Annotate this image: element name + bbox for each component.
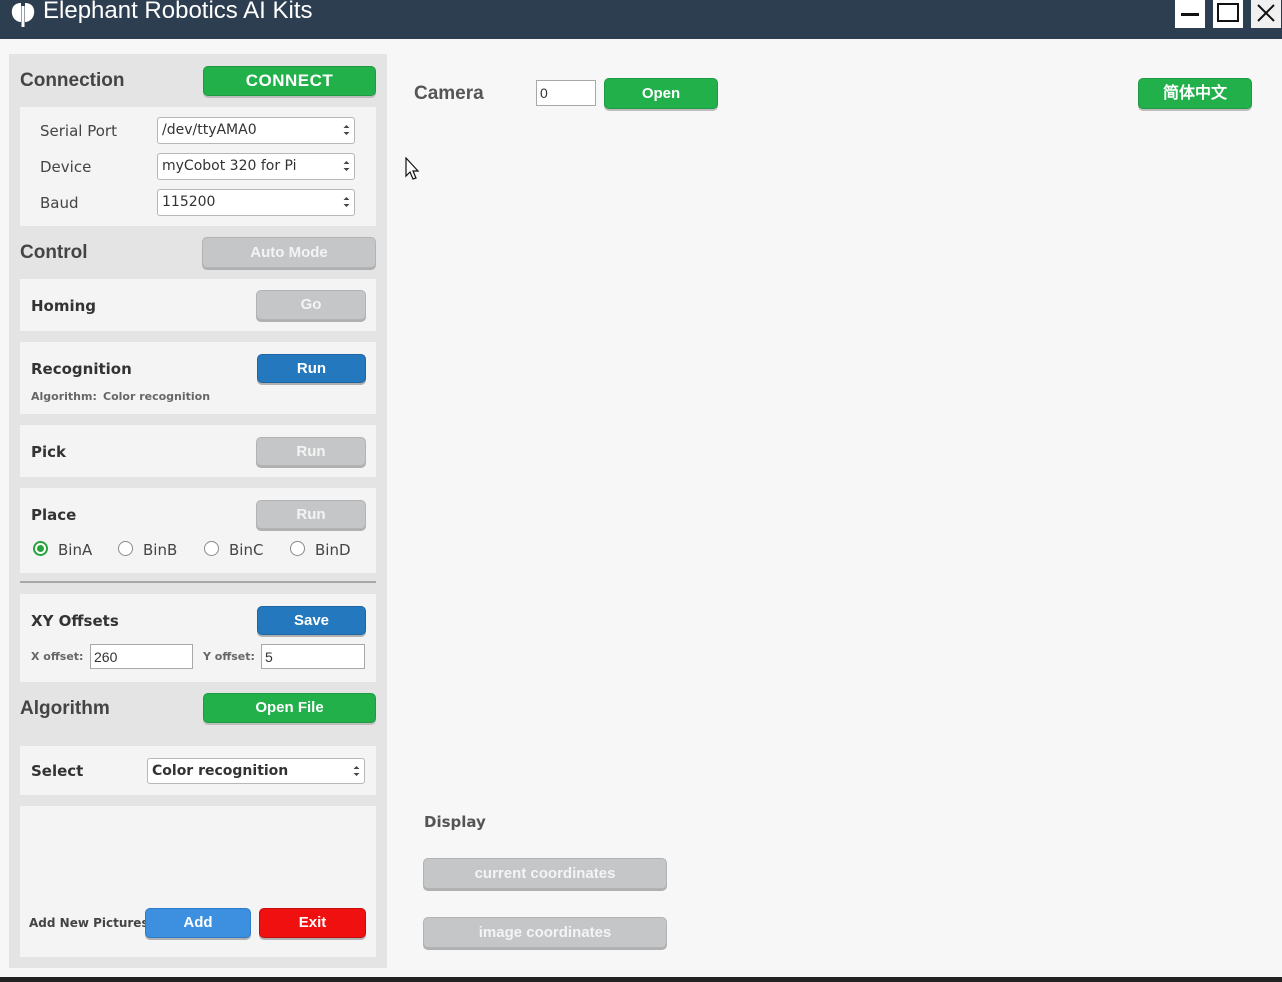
- mouse-cursor-icon: [405, 156, 421, 185]
- x-offset-input[interactable]: [90, 644, 193, 669]
- auto-mode-button[interactable]: Auto Mode: [202, 237, 376, 268]
- place-label: Place: [31, 506, 77, 524]
- baud-label: Baud: [40, 194, 79, 212]
- save-offsets-button[interactable]: Save: [257, 606, 366, 635]
- bin-a-radio[interactable]: [33, 541, 48, 556]
- control-title: Control: [20, 242, 88, 263]
- window-bottom-edge: [0, 977, 1282, 982]
- y-offset-label: Y offset:: [203, 650, 255, 663]
- divider: [20, 581, 376, 583]
- image-coordinates-button[interactable]: image coordinates: [423, 917, 667, 948]
- algorithm-caption: Algorithm:: [31, 390, 97, 403]
- select-label: Select: [31, 762, 84, 780]
- x-offset-label: X offset:: [31, 650, 84, 663]
- current-coordinates-button[interactable]: current coordinates: [423, 858, 667, 889]
- spin-arrows-icon: [343, 197, 350, 207]
- connect-button[interactable]: CONNECT: [203, 66, 376, 96]
- baud-select[interactable]: 115200: [157, 189, 355, 216]
- baud-value: 115200: [162, 194, 216, 210]
- algorithm-value: Color recognition: [103, 390, 211, 403]
- y-offset-input[interactable]: [261, 644, 365, 669]
- camera-index-input[interactable]: [536, 80, 596, 106]
- bin-c-radio[interactable]: [204, 541, 219, 556]
- camera-label: Camera: [414, 83, 484, 104]
- xy-offsets-label: XY Offsets: [31, 612, 119, 630]
- window-title: Elephant Robotics AI Kits: [43, 0, 313, 24]
- recognition-label: Recognition: [31, 360, 132, 378]
- close-button[interactable]: [1251, 0, 1281, 28]
- pick-label: Pick: [31, 443, 67, 461]
- spin-arrows-icon: [353, 766, 360, 776]
- bin-a-label: BinA: [58, 541, 93, 559]
- minimize-button[interactable]: [1175, 0, 1205, 28]
- spin-arrows-icon: [343, 125, 350, 135]
- bin-c-label: BinC: [229, 541, 264, 559]
- elephant-logo-icon: [8, 2, 38, 28]
- place-run-button[interactable]: Run: [256, 500, 366, 529]
- maximize-icon: [1217, 3, 1239, 22]
- spin-arrows-icon: [343, 161, 350, 171]
- serial-port-select[interactable]: /dev/ttyAMA0: [157, 117, 355, 144]
- recognition-run-button[interactable]: Run: [257, 354, 366, 383]
- algorithm-select[interactable]: Color recognition: [147, 758, 365, 784]
- camera-open-button[interactable]: Open: [604, 78, 718, 109]
- bin-d-label: BinD: [315, 541, 351, 559]
- display-label: Display: [424, 813, 486, 831]
- open-file-button[interactable]: Open File: [203, 693, 376, 723]
- add-pictures-label: Add New Pictures: [29, 916, 149, 930]
- add-pictures-button[interactable]: Add: [145, 908, 251, 938]
- minimize-icon: [1181, 13, 1199, 16]
- homing-label: Homing: [31, 297, 97, 315]
- language-button[interactable]: 简体中文: [1138, 78, 1252, 109]
- maximize-button[interactable]: [1213, 0, 1243, 28]
- exit-button[interactable]: Exit: [259, 908, 366, 938]
- pick-run-button[interactable]: Run: [256, 437, 366, 466]
- algorithm-title: Algorithm: [20, 698, 110, 719]
- algorithm-select-value: Color recognition: [152, 763, 289, 779]
- serial-port-value: /dev/ttyAMA0: [162, 122, 257, 138]
- close-icon: [1257, 4, 1275, 22]
- bin-b-label: BinB: [143, 541, 178, 559]
- bin-d-radio[interactable]: [290, 541, 305, 556]
- homing-go-button[interactable]: Go: [256, 290, 366, 320]
- connection-title: Connection: [20, 70, 125, 91]
- serial-port-label: Serial Port: [40, 122, 117, 140]
- device-value: myCobot 320 for Pi: [162, 158, 297, 174]
- device-label: Device: [40, 158, 92, 176]
- bin-b-radio[interactable]: [118, 541, 133, 556]
- device-select[interactable]: myCobot 320 for Pi: [157, 153, 355, 180]
